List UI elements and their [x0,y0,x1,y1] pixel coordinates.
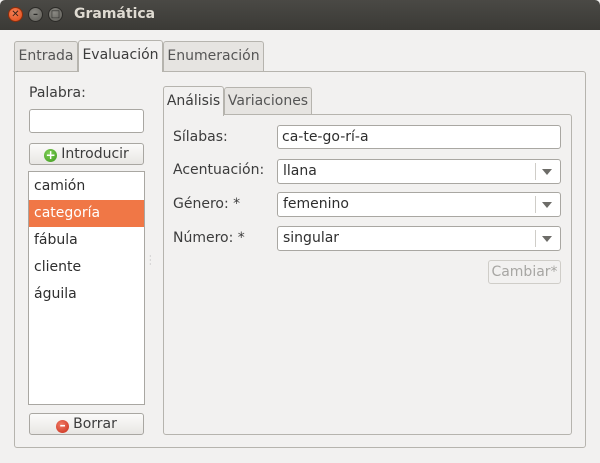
close-window-button[interactable]: ✕ [8,7,23,22]
tab-variaciones[interactable]: Variaciones [224,87,312,114]
number-label: Número: * [173,230,245,246]
introducir-button[interactable]: + Introducir [29,143,144,165]
tab-enumeracion[interactable]: Enumeración [163,41,264,71]
borrar-label: Borrar [73,416,117,432]
accent-value: llana [283,163,317,179]
combo-separator [535,230,536,247]
close-icon: ✕ [11,9,20,20]
maximize-icon: □ [50,9,61,20]
accent-label: Acentuación: [173,162,265,178]
gender-combo[interactable]: femenino [277,192,561,217]
borrar-button[interactable]: – Borrar [29,413,144,435]
syllables-label: Sílabas: [173,129,228,145]
word-list[interactable]: camión categoría fábula cliente águila [28,171,145,405]
number-value: singular [283,230,340,246]
accent-combo[interactable]: llana [277,159,561,184]
window-title: Gramática [74,6,156,22]
minimize-icon: – [33,9,38,20]
list-item-selected[interactable]: categoría [29,200,144,227]
list-item[interactable]: águila [29,281,144,308]
maximize-window-button[interactable]: □ [48,7,63,22]
tab-evaluacion[interactable]: Evaluación [78,40,163,72]
word-label: Palabra: [29,85,86,101]
list-item[interactable]: camión [29,173,144,200]
gender-value: femenino [283,196,349,212]
chevron-down-icon [542,202,552,208]
pane-resize-handle[interactable]: · · · [149,253,155,269]
delete-icon: – [56,419,70,433]
number-combo[interactable]: singular [277,226,561,251]
chevron-down-icon [542,169,552,175]
list-item[interactable]: fábula [29,227,144,254]
cambiar-button[interactable]: Cambiar* [488,260,561,284]
add-icon: + [44,148,58,162]
tab-entrada[interactable]: Entrada [14,41,78,71]
minimize-window-button[interactable]: – [28,7,43,22]
list-item[interactable]: cliente [29,254,144,281]
gender-label: Género: * [173,196,241,212]
combo-separator [535,163,536,180]
tab-analisis[interactable]: Análisis [163,86,224,116]
syllables-input[interactable]: ca-te-go-rí-a [277,125,561,149]
combo-separator [535,196,536,213]
introducir-label: Introducir [61,146,129,162]
chevron-down-icon [542,236,552,242]
title-bar: ✕ – □ Gramática [0,0,600,30]
word-input[interactable] [29,109,144,133]
